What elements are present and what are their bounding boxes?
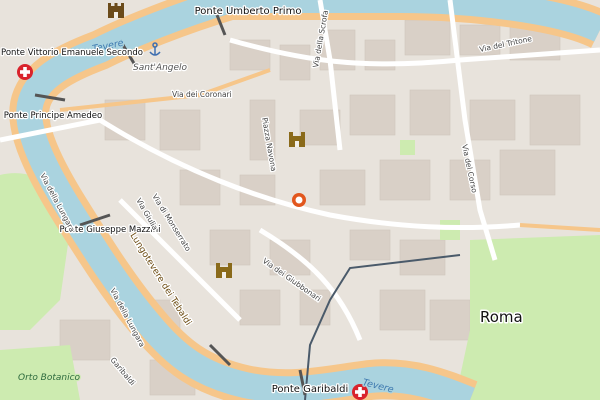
bridge-label: Ponte Garibaldi bbox=[272, 384, 349, 395]
bridge-label: Ponte Principe Amedeo bbox=[4, 111, 102, 121]
street-label: Via del Corso bbox=[460, 144, 479, 194]
map-canvas[interactable]: Roma Tevere Tevere Sant'Angelo Orto Bota… bbox=[0, 0, 600, 400]
street-label: Piazza Navona bbox=[260, 117, 278, 172]
street-label: Via della Lungara bbox=[108, 287, 147, 349]
street-label: Via dei Giubbonari bbox=[261, 256, 323, 303]
river-label: Tevere bbox=[361, 377, 395, 395]
bridge-label-line: Ponte Umberto Primo bbox=[195, 6, 302, 17]
street-label: Via del Tritone bbox=[479, 34, 533, 54]
city-label: Roma bbox=[480, 308, 523, 326]
landmark-label: Sant'Angelo bbox=[133, 63, 188, 73]
bridge-label: Ponte Vittorio Emanuele Secondo bbox=[1, 48, 143, 58]
street-label: Via dei Coronari bbox=[172, 90, 232, 99]
street-label: Via della Scrofa bbox=[311, 9, 330, 68]
park-label: Orto Botanico bbox=[18, 373, 81, 383]
bridge-label: Ponte Umberto Primo bbox=[195, 6, 302, 17]
street-label: Via della Lungara bbox=[38, 172, 77, 234]
street-label: Garibaldi bbox=[108, 356, 137, 388]
label-layer: Roma Tevere Tevere Sant'Angelo Orto Bota… bbox=[0, 5, 534, 397]
